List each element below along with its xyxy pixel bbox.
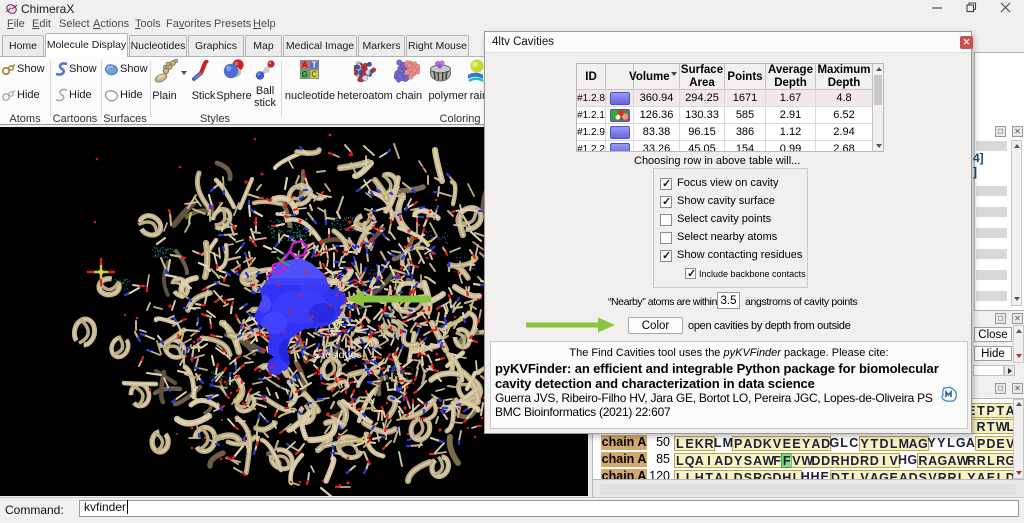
svg-text:A: A bbox=[302, 61, 308, 70]
svg-text:T: T bbox=[312, 61, 317, 70]
svg-text:5 residues: 5 residues bbox=[313, 349, 361, 361]
svg-text:C: C bbox=[311, 70, 317, 79]
svg-text:G: G bbox=[302, 70, 308, 79]
